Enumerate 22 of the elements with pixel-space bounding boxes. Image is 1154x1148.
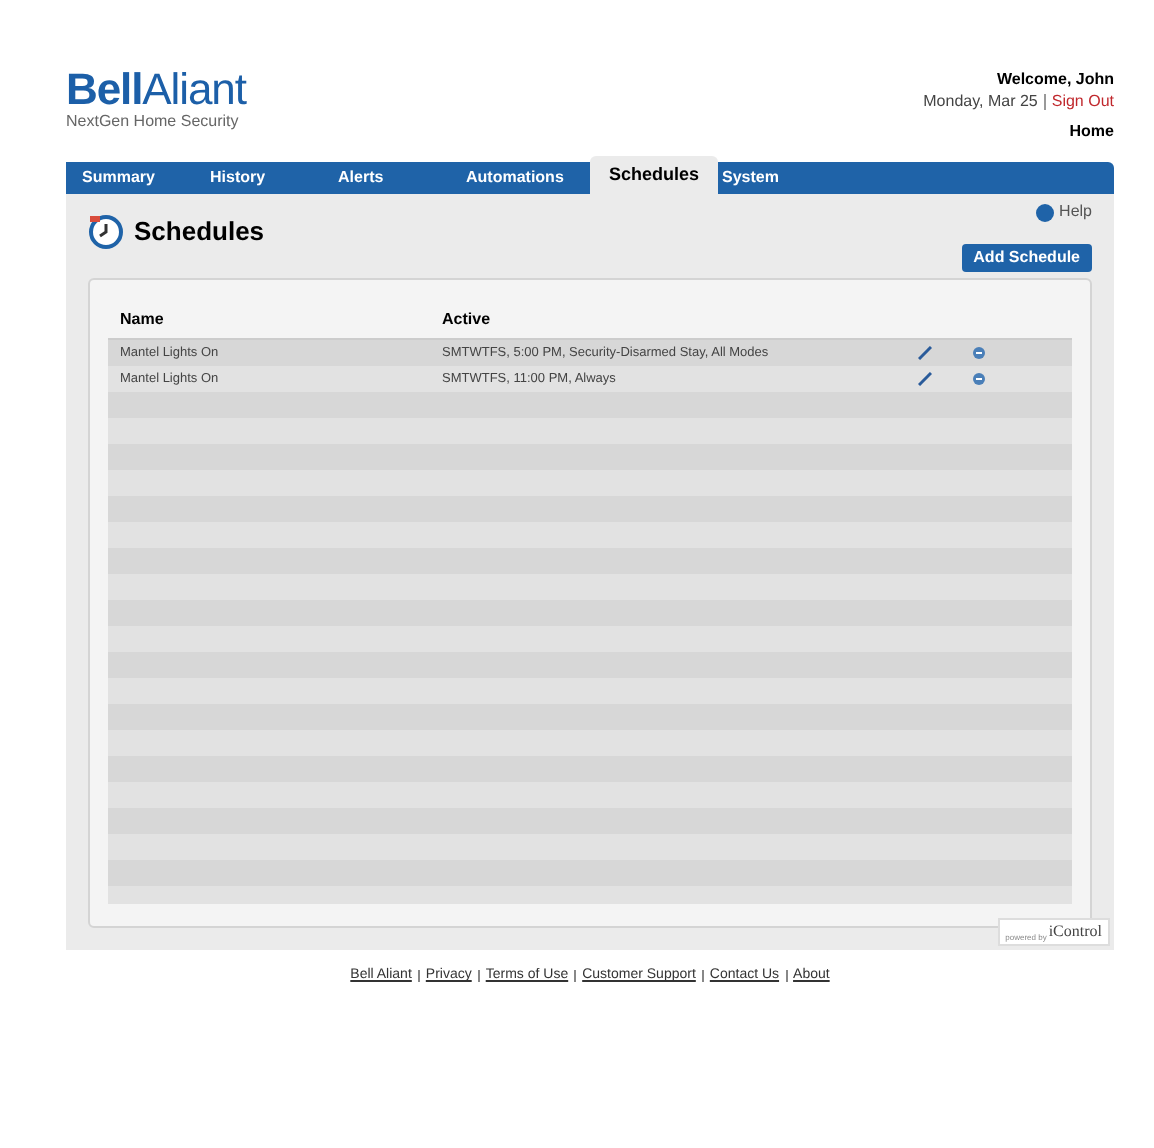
- home-link[interactable]: Home: [1069, 120, 1114, 142]
- nav-tab[interactable]: History: [206, 162, 334, 194]
- delete-icon[interactable]: [972, 346, 986, 360]
- help-icon: [1035, 203, 1054, 221]
- clock-icon: [88, 213, 124, 250]
- logo-text: BellAliant: [66, 64, 246, 114]
- date-text: Monday, Mar 25: [923, 90, 1038, 112]
- delete-icon[interactable]: [972, 372, 986, 386]
- column-header: Name: [120, 308, 166, 332]
- nav-tab[interactable]: System: [718, 162, 846, 194]
- nav-tab[interactable]: Alerts: [334, 162, 462, 194]
- sign-out-link[interactable]: Sign Out: [1051, 90, 1114, 112]
- nav-tab[interactable]: Automations: [462, 162, 590, 194]
- logo-tagline: NextGen Home Security: [66, 112, 241, 132]
- brand-text: iControl: [1048, 920, 1102, 944]
- help-link[interactable]: Help: [1059, 200, 1092, 224]
- welcome-text: Welcome, John: [996, 68, 1114, 90]
- column-header: Active: [442, 308, 491, 332]
- nav-tab[interactable]: Schedules: [590, 156, 718, 194]
- add-schedule-button[interactable]: Add Schedule: [961, 244, 1092, 272]
- nav-tab[interactable]: Summary: [78, 162, 206, 194]
- page-title: Schedules: [134, 214, 265, 250]
